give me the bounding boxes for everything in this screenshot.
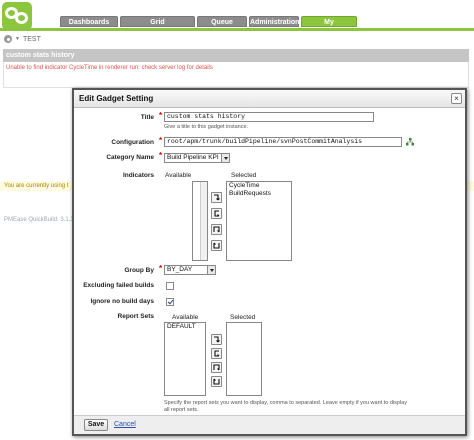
- category-value: Build Pipeline KPI: [167, 154, 219, 161]
- move-all-left-button[interactable]: [211, 240, 222, 251]
- move-all-right-button[interactable]: [211, 208, 222, 219]
- list-item[interactable]: CycleTime: [227, 182, 291, 190]
- group-by-select[interactable]: BY_DAY: [164, 265, 216, 275]
- chevron-down-icon: [221, 154, 229, 162]
- category-label: Category Name: [106, 154, 154, 161]
- report-selected-header: Selected: [230, 314, 256, 321]
- report-available-header: Available: [172, 314, 199, 321]
- title-hint: Give a title to this gadget instance.: [164, 124, 249, 130]
- indicators-available-header: Available: [165, 172, 192, 179]
- gadget-title: custom stats history: [3, 49, 469, 62]
- configuration-label: Configuration: [111, 139, 154, 146]
- group-by-value: BY_DAY: [167, 266, 193, 273]
- indicators-label: Indicators: [122, 172, 154, 179]
- move-left-button[interactable]: [211, 362, 222, 373]
- tab-grid[interactable]: Grid: [120, 16, 195, 27]
- config-tree-icon[interactable]: [406, 138, 414, 146]
- ignore-no-build-label: Ignore no build days: [90, 298, 154, 305]
- edit-gadget-dialog: Edit Gadget Setting × Title * custom sta…: [72, 88, 467, 436]
- list-item[interactable]: DEFAULT: [165, 323, 205, 331]
- gear-icon: [4, 35, 12, 43]
- required-marker: *: [159, 111, 163, 120]
- app-logo: [2, 2, 32, 30]
- report-selected-list[interactable]: [226, 322, 262, 396]
- close-icon[interactable]: ×: [451, 93, 462, 104]
- required-marker: *: [159, 136, 163, 145]
- chevron-down-icon: [207, 266, 215, 274]
- required-marker: *: [159, 264, 163, 273]
- report-available-list[interactable]: DEFAULT: [164, 322, 206, 396]
- gadget-error: Unable to find indicator CycleTime in re…: [6, 65, 213, 71]
- dialog-button-bar: Save Cancel: [74, 415, 465, 434]
- chevron-down-icon: ▼: [15, 36, 20, 42]
- breadcrumb-label: TEST: [22, 35, 41, 43]
- tab-dashboards[interactable]: Dashboards: [60, 16, 118, 27]
- warning-text: You are currently using t: [4, 183, 69, 189]
- tab-administration[interactable]: Administration: [249, 16, 299, 27]
- breadcrumb[interactable]: ▼ TEST: [4, 35, 41, 43]
- save-button[interactable]: Save: [84, 419, 108, 431]
- cancel-link[interactable]: Cancel: [114, 421, 136, 428]
- excluding-failed-checkbox[interactable]: [166, 282, 174, 290]
- indicators-selected-header: Selected: [231, 172, 257, 179]
- required-marker: *: [159, 151, 163, 160]
- report-sets-hint: Specify the report sets you want to disp…: [164, 400, 407, 413]
- move-right-button[interactable]: [211, 334, 222, 345]
- move-all-right-button[interactable]: [211, 348, 222, 359]
- category-select[interactable]: Build Pipeline KPI: [164, 153, 230, 163]
- excluding-failed-label: Excluding failed builds: [83, 282, 154, 289]
- move-right-button[interactable]: [211, 192, 222, 203]
- ignore-no-build-checkbox[interactable]: [166, 298, 174, 306]
- indicators-available-list[interactable]: [192, 181, 208, 261]
- group-by-label: Group By: [124, 267, 154, 274]
- tab-queue[interactable]: Queue: [197, 16, 247, 27]
- tab-my[interactable]: My: [301, 16, 357, 27]
- tab-underline: [0, 28, 474, 31]
- configuration-input[interactable]: root/apm/trunk/buildPipeline/svnPostComm…: [164, 137, 402, 147]
- scrollbar[interactable]: [200, 182, 207, 260]
- main-tabs: Dashboards Grid Queue Administration My: [60, 16, 357, 27]
- move-left-button[interactable]: [211, 224, 222, 235]
- move-all-left-button[interactable]: [211, 376, 222, 387]
- list-item[interactable]: BuildRequests: [227, 190, 291, 198]
- dialog-title: Edit Gadget Setting: [74, 90, 465, 108]
- title-input[interactable]: custom stats history: [164, 112, 374, 122]
- title-label: Title: [140, 114, 154, 121]
- report-sets-label: Report Sets: [117, 313, 154, 320]
- indicators-selected-list[interactable]: CycleTime BuildRequests: [226, 181, 292, 261]
